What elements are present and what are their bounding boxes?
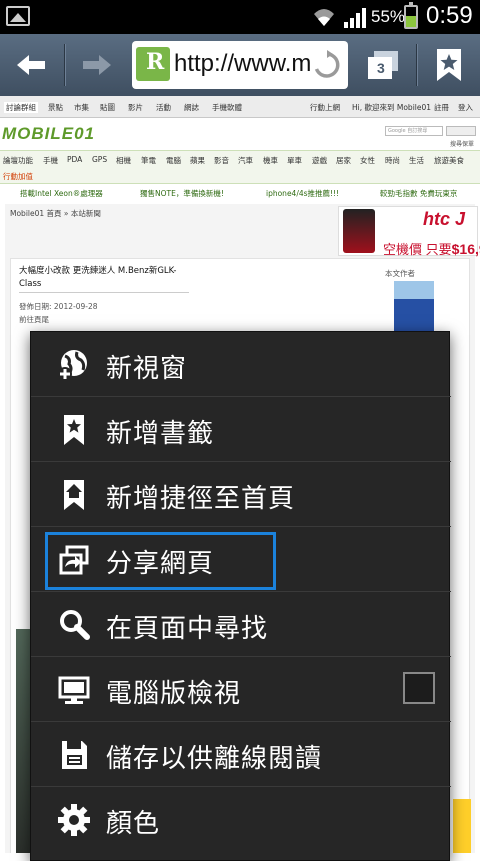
- url-text: http://www.mobile01: [174, 50, 312, 77]
- category-link[interactable]: 機車: [263, 155, 278, 166]
- wifi-icon: [314, 9, 334, 26]
- go-to-bottom-link[interactable]: 前往頁尾: [19, 314, 49, 325]
- category-link[interactable]: 遊戲: [312, 155, 327, 166]
- author-label: 本文作者: [385, 269, 415, 278]
- bookmark-icon: [64, 415, 84, 445]
- menu-item-label: 分享網頁: [106, 549, 215, 579]
- url-bar[interactable]: R http://www.mobile01: [132, 41, 348, 89]
- menu-item-label: 在頁面中尋找: [106, 614, 269, 644]
- battery-icon: [404, 2, 418, 29]
- category-link[interactable]: GPS: [92, 155, 107, 164]
- category-link[interactable]: 蘋果: [190, 155, 205, 166]
- side-ad-image: [453, 799, 471, 853]
- category-link[interactable]: 相機: [116, 155, 131, 166]
- article-title: 大幅度小改款 更洗鍊迷人 M.Benz新GLK-Class: [19, 266, 177, 289]
- options-menu: 新視窗 新增書籤 新增捷徑至首頁 分享網頁 在頁面中尋找 電腦版檢視 儲存以供離…: [30, 331, 451, 861]
- menu-item-find-in-page[interactable]: 在頁面中尋找: [31, 592, 451, 657]
- back-button[interactable]: [0, 34, 62, 96]
- home-shortcut-icon: [64, 480, 84, 510]
- menu-item-add-home-shortcut[interactable]: 新增捷徑至首頁: [31, 462, 451, 527]
- site-logo[interactable]: MOBILE01: [2, 124, 95, 144]
- nav-link[interactable]: 行動上網: [310, 102, 340, 113]
- menu-item-colors[interactable]: 顏色: [31, 787, 451, 852]
- menu-item-desktop-view[interactable]: 電腦版檢視: [31, 657, 451, 722]
- tabs-button[interactable]: 3: [352, 34, 412, 96]
- menu-item-label: 新視窗: [106, 354, 188, 384]
- category-link[interactable]: 居家: [336, 155, 351, 166]
- category-link[interactable]: 女性: [360, 155, 375, 166]
- bookmark-star-icon: [437, 49, 461, 81]
- category-link[interactable]: 時尚: [385, 155, 400, 166]
- ad-price: 空機價 只要$16,900: [383, 241, 480, 257]
- menu-item-save-offline[interactable]: 儲存以供離線閱讀: [31, 722, 451, 787]
- site-top-nav: 討論群組 景點 市集 貼圖 影片 活動 網誌 手機軟體 行動上網 Hi, 歡迎來…: [0, 96, 480, 118]
- menu-item-label: 新增捷徑至首頁: [106, 484, 296, 514]
- nav-link[interactable]: 影片: [128, 102, 143, 113]
- category-link[interactable]: 影音: [214, 155, 229, 166]
- desktop-icon: [58, 676, 90, 704]
- reload-icon[interactable]: [312, 50, 342, 80]
- site-favicon: R: [136, 47, 170, 81]
- promo-link[interactable]: 獨售NOTE，準備換新機!: [140, 188, 224, 199]
- promo-bar: 搭載Intel Xeon®處理器 獨售NOTE，準備換新機! iphone4/4…: [0, 184, 480, 202]
- site-search-button[interactable]: [446, 126, 476, 136]
- new-window-icon: [58, 350, 87, 381]
- forward-button[interactable]: [66, 34, 128, 96]
- share-icon: [59, 545, 89, 575]
- menu-item-new-window[interactable]: 新視窗: [31, 332, 451, 397]
- site-header: MOBILE01 Google 自訂搜尋 搜尋保單: [0, 118, 480, 150]
- category-link[interactable]: 生活: [409, 155, 424, 166]
- site-search-input[interactable]: Google 自訂搜尋: [385, 126, 443, 136]
- gear-icon: [58, 804, 90, 836]
- category-link[interactable]: PDA: [67, 155, 82, 164]
- article-date: 發佈日期: 2012-09-28: [19, 302, 98, 311]
- bookmarks-button[interactable]: [418, 34, 480, 96]
- clock: 0:59: [426, 2, 473, 29]
- status-bar: 55% 0:59: [0, 0, 480, 34]
- menu-item-label: 電腦版檢視: [106, 679, 242, 709]
- nav-link[interactable]: 討論群組: [4, 102, 38, 113]
- nav-link[interactable]: 手機軟體: [212, 102, 242, 113]
- menu-item-label: 顏色: [106, 809, 161, 839]
- breadcrumb[interactable]: Mobile01 首頁 » 本站新聞: [10, 208, 101, 219]
- category-link[interactable]: 電腦: [166, 155, 181, 166]
- register-link[interactable]: 註冊: [434, 102, 449, 113]
- desktop-view-checkbox[interactable]: [403, 672, 435, 704]
- promo-link[interactable]: 較勁毛指數 免費玩東京: [380, 188, 457, 199]
- login-link[interactable]: 登入: [458, 102, 473, 113]
- category-link[interactable]: 汽車: [238, 155, 253, 166]
- search-sub-link[interactable]: 搜尋保單: [450, 139, 474, 148]
- nav-link[interactable]: 景點: [48, 102, 63, 113]
- category-link[interactable]: 旅遊美食: [434, 155, 464, 166]
- search-icon: [60, 610, 90, 640]
- menu-item-share-page[interactable]: 分享網頁: [31, 527, 451, 592]
- signal-icon: [344, 8, 366, 28]
- category-link[interactable]: 論壇功能: [3, 155, 33, 166]
- browser-toolbar: R http://www.mobile01 3: [0, 34, 480, 96]
- nav-link[interactable]: 活動: [156, 102, 171, 113]
- menu-item-label: 儲存以供離線閱讀: [106, 744, 323, 774]
- category-highlight-link[interactable]: 行動加值: [3, 171, 33, 182]
- tab-count: 3: [377, 60, 385, 76]
- battery-percent: 55%: [371, 7, 406, 26]
- save-icon: [62, 741, 87, 769]
- menu-item-add-bookmark[interactable]: 新增書籤: [31, 397, 451, 462]
- menu-item-label: 新增書籤: [106, 419, 215, 449]
- category-link[interactable]: 手機: [43, 155, 58, 166]
- category-link[interactable]: 單車: [287, 155, 302, 166]
- category-link[interactable]: 筆電: [141, 155, 156, 166]
- nav-link[interactable]: 網誌: [184, 102, 199, 113]
- forward-arrow-icon: [83, 55, 111, 75]
- category-nav: 論壇功能 手機 PDA GPS 相機 筆電 電腦 蘋果 影音 汽車 機車 單車 …: [0, 150, 480, 184]
- ad-banner[interactable]: htc J 空機價 只要$16,900: [338, 206, 480, 257]
- back-arrow-icon: [17, 55, 45, 75]
- promo-link[interactable]: iphone4/4s推推薦!!!: [266, 188, 339, 199]
- nav-link[interactable]: 市集: [74, 102, 89, 113]
- promo-link[interactable]: 搭載Intel Xeon®處理器: [20, 188, 103, 199]
- ad-brand: htc J: [423, 209, 466, 229]
- nav-greeting: Hi, 歡迎來到 Mobile01: [352, 103, 432, 112]
- nav-link[interactable]: 貼圖: [100, 102, 115, 113]
- ad-phone-image: [343, 209, 375, 253]
- gallery-notification-icon: [6, 6, 30, 26]
